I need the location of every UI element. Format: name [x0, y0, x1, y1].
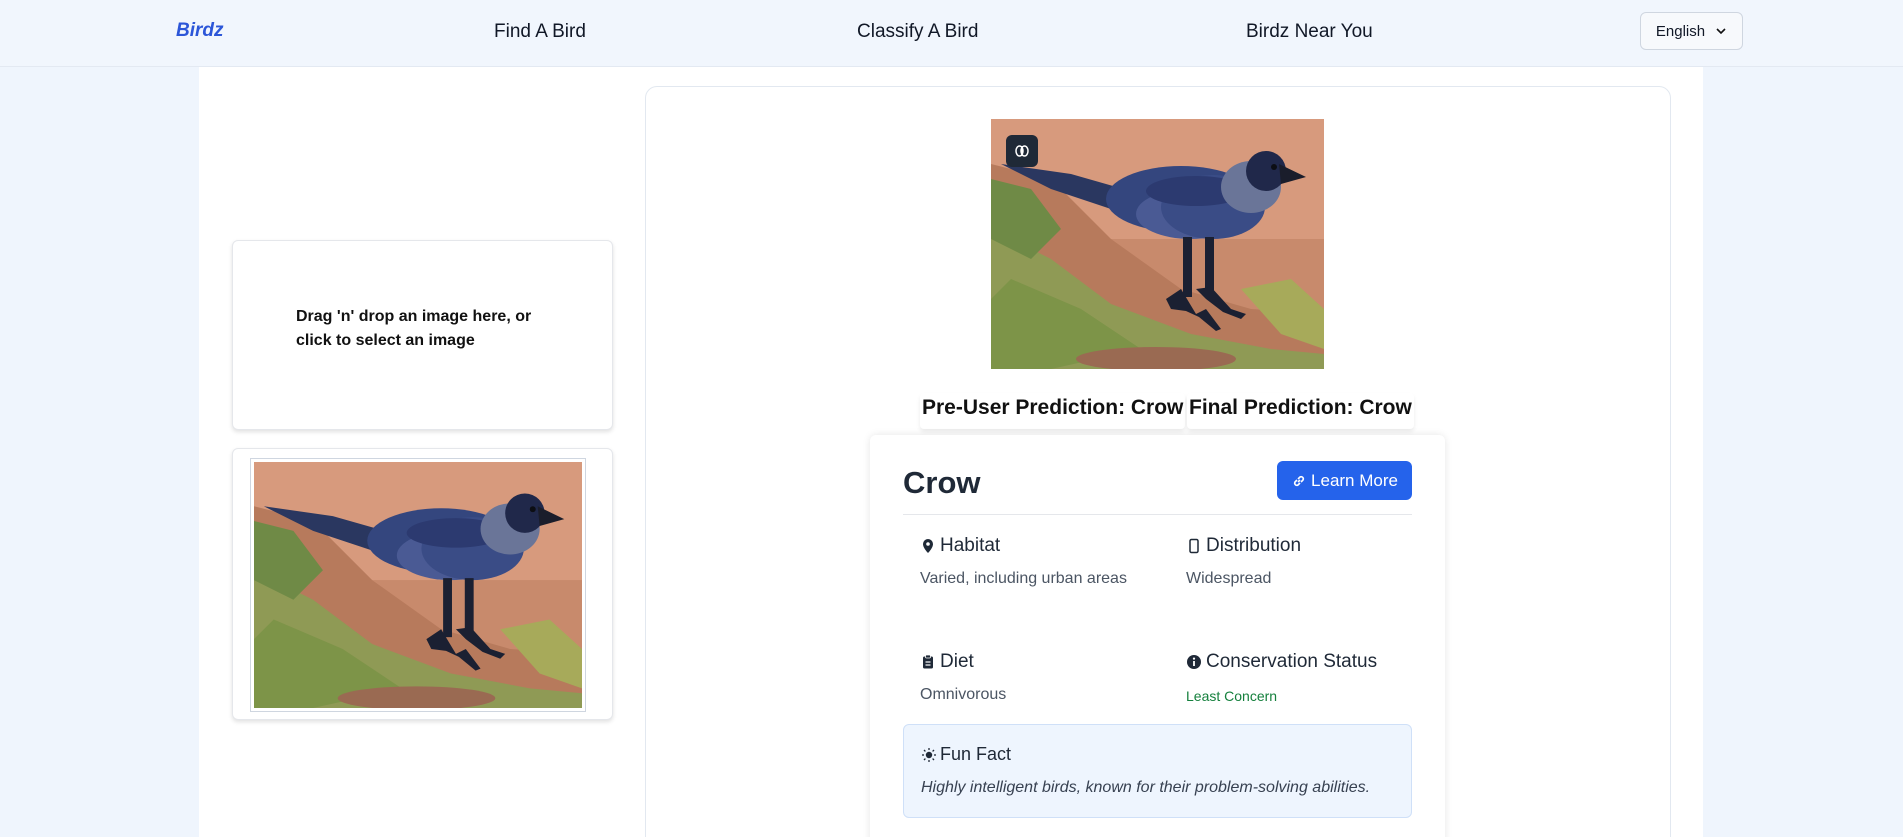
uploaded-image-card [232, 448, 613, 720]
smartphone-icon [1189, 538, 1199, 554]
classified-bird-image [991, 119, 1324, 369]
fun-fact-box: Fun Fact Highly intelligent birds, known… [903, 724, 1412, 818]
uploaded-image-frame [250, 458, 586, 712]
info-icon [1187, 655, 1201, 669]
brand-logo[interactable]: Birdz [176, 20, 224, 42]
image-dropzone[interactable]: Drag 'n' drop an image here, or click to… [232, 240, 613, 430]
nav-link-classify-a-bird[interactable]: Classify A Bird [857, 21, 978, 43]
top-navbar: Birdz Find A Bird Classify A Bird Birdz … [0, 0, 1903, 67]
habitat-heading: Habitat [920, 535, 1000, 557]
uploaded-bird-image [254, 462, 582, 708]
map-pin-icon [923, 539, 933, 553]
pre-user-prediction: Pre-User Prediction: Crow [920, 393, 1186, 429]
diet-label: Diet [940, 651, 974, 672]
nav-link-find-a-bird[interactable]: Find A Bird [494, 21, 586, 43]
link-icon [1293, 475, 1305, 486]
diet-value: Omnivorous [920, 686, 1007, 703]
final-prediction: Final Prediction: Crow [1187, 393, 1414, 429]
nav-link-birdz-near-you[interactable]: Birdz Near You [1246, 21, 1373, 43]
dropzone-instructions: Drag 'n' drop an image here, or click to… [296, 308, 532, 349]
conservation-heading: Conservation Status [1186, 651, 1377, 673]
habitat-value: Varied, including urban areas [920, 570, 1127, 587]
language-label: English [1655, 22, 1706, 40]
chevron-down-icon [1716, 28, 1726, 35]
diet-heading: Diet [920, 651, 974, 673]
conservation-status-value: Least Concern [1186, 688, 1278, 704]
habitat-label: Habitat [940, 535, 1001, 556]
distribution-heading: Distribution [1186, 535, 1301, 557]
fun-fact-heading: Fun Fact [921, 744, 1011, 765]
learn-more-button[interactable]: Learn More [1277, 461, 1412, 500]
conservation-label: Conservation Status [1206, 651, 1378, 672]
fun-fact-text: Highly intelligent birds, known for thei… [921, 779, 1371, 796]
distribution-label: Distribution [1206, 535, 1302, 556]
learn-more-label: Learn More [1311, 470, 1398, 490]
card-divider [903, 514, 1412, 515]
language-select[interactable]: English [1640, 12, 1743, 50]
bird-name: Crow [903, 465, 981, 500]
brain-icon [1015, 145, 1029, 157]
lightbulb-icon [922, 747, 936, 762]
ai-badge[interactable] [1006, 135, 1038, 167]
clipboard-icon [923, 654, 933, 669]
distribution-value: Widespread [1186, 570, 1272, 587]
fun-fact-label: Fun Fact [940, 744, 1012, 764]
